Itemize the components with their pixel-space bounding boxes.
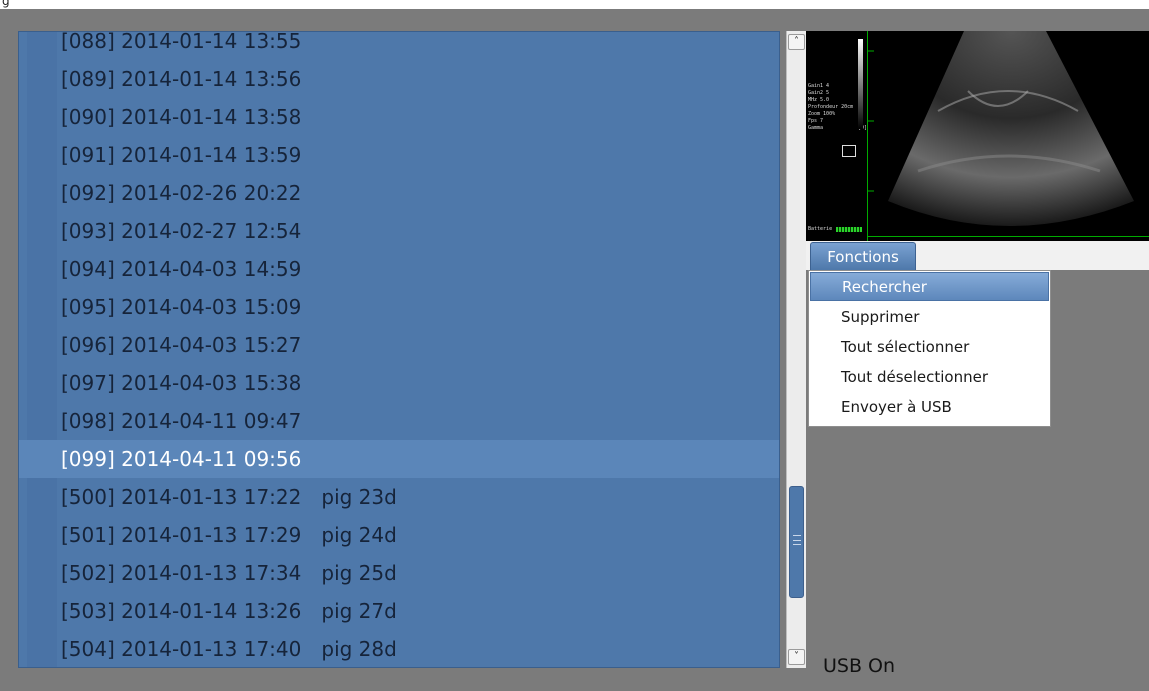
list-item-label: [099] 2014-04-11 09:56	[61, 447, 302, 471]
row-checkbox[interactable]	[27, 402, 57, 440]
row-checkbox[interactable]	[27, 250, 57, 288]
scan-parameter: Gamma	[808, 125, 824, 131]
row-checkbox[interactable]	[27, 364, 57, 402]
list-item[interactable]: [504] 2014-01-13 17:40 pig 28d	[19, 630, 779, 667]
list-item-label: [091] 2014-01-14 13:59	[61, 143, 302, 167]
row-checkbox[interactable]	[27, 478, 57, 516]
ultrasound-image	[868, 31, 1134, 226]
ultrasound-preview: Gain1 4 Gain2 5 MHz 5.0 Profondeur 20cm Zoom…	[806, 31, 1149, 241]
list-item[interactable]: [089] 2014-01-14 13:56	[19, 60, 779, 98]
gamma-indicator	[842, 145, 856, 157]
top-bar: g	[0, 0, 1149, 9]
gain-scale-bar	[858, 39, 863, 129]
scroll-thumb[interactable]	[789, 486, 804, 598]
list-item-label: [500] 2014-01-13 17:22	[61, 485, 302, 509]
row-checkbox[interactable]	[27, 630, 57, 667]
fonctions-label: Fonctions	[827, 247, 899, 266]
usb-status: USB On	[823, 655, 896, 677]
list-item[interactable]: [093] 2014-02-27 12:54	[19, 212, 779, 250]
list-item[interactable]: [088] 2014-01-14 13:55	[19, 31, 779, 60]
row-checkbox[interactable]	[27, 32, 57, 60]
chevron-down-icon: ˅	[794, 651, 799, 662]
fonctions-dropdown-menu: Rechercher Supprimer Tout sélectionner Tout…	[808, 270, 1051, 427]
battery-icon	[836, 227, 862, 232]
fonctions-menu-button[interactable]: Fonctions	[810, 242, 916, 270]
scan-parameter: Fps 7	[808, 118, 824, 124]
list-item-label: [089] 2014-01-14 13:56	[61, 67, 302, 91]
row-checkbox[interactable]	[27, 516, 57, 554]
list-item-label: [501] 2014-01-13 17:29	[61, 523, 302, 547]
list-item-label: [096] 2014-04-03 15:27	[61, 333, 302, 357]
list-item[interactable]: [502] 2014-01-13 17:34 pig 25d	[19, 554, 779, 592]
scroll-down-button[interactable]: ˅	[788, 649, 805, 665]
depth-axis	[868, 236, 1149, 237]
list-item-label: [097] 2014-04-03 15:38	[61, 371, 302, 395]
list-item[interactable]: [099] 2014-04-11 09:56	[19, 440, 779, 478]
row-checkbox[interactable]	[27, 212, 57, 250]
battery-label: Batterie	[808, 226, 833, 232]
list-item-label: [098] 2014-04-11 09:47	[61, 409, 302, 433]
scan-parameter: Zoom 100%	[808, 111, 836, 117]
list-item[interactable]: [095] 2014-04-03 15:09	[19, 288, 779, 326]
row-checkbox[interactable]	[27, 440, 57, 478]
list-item-tag: pig 25d	[321, 561, 397, 585]
chevron-up-icon: ˄	[794, 36, 799, 47]
list-item[interactable]: [094] 2014-04-03 14:59	[19, 250, 779, 288]
menu-item[interactable]: Supprimer	[810, 302, 1049, 331]
row-checkbox[interactable]	[27, 288, 57, 326]
row-checkbox[interactable]	[27, 554, 57, 592]
row-checkbox[interactable]	[27, 174, 57, 212]
row-checkbox[interactable]	[27, 592, 57, 630]
list-item-label: [504] 2014-01-13 17:40	[61, 637, 302, 661]
list-item-tag: pig 28d	[321, 637, 397, 661]
menu-item[interactable]: Tout déselectionner	[810, 362, 1049, 391]
list-item[interactable]: [092] 2014-02-26 20:22	[19, 174, 779, 212]
menu-item[interactable]: Rechercher	[810, 272, 1049, 301]
list-item-label: [502] 2014-01-13 17:34	[61, 561, 302, 585]
row-checkbox[interactable]	[27, 136, 57, 174]
list-item[interactable]: [096] 2014-04-03 15:27	[19, 326, 779, 364]
row-checkbox[interactable]	[27, 326, 57, 364]
list-item[interactable]: [098] 2014-04-11 09:47	[19, 402, 779, 440]
scan-parameter: MHz 5.0	[808, 97, 830, 103]
scan-parameter: Profondeur 20cm	[808, 104, 854, 110]
list-item-label: [094] 2014-04-03 14:59	[61, 257, 302, 281]
list-item[interactable]: [503] 2014-01-14 13:26 pig 27d	[19, 592, 779, 630]
page-title: g	[2, 0, 10, 8]
scan-parameter: Gain1 4	[808, 83, 830, 89]
list-item-tag: pig 23d	[321, 485, 397, 509]
grip-icon	[793, 535, 801, 545]
list-item[interactable]: [097] 2014-04-03 15:38	[19, 364, 779, 402]
list-item[interactable]: [090] 2014-01-14 13:58	[19, 98, 779, 136]
list-item-label: [092] 2014-02-26 20:22	[61, 181, 302, 205]
list-item[interactable]: [091] 2014-01-14 13:59	[19, 136, 779, 174]
list-item-label: [090] 2014-01-14 13:58	[61, 105, 302, 129]
list-item-label: [095] 2014-04-03 15:09	[61, 295, 302, 319]
list-item-label: [088] 2014-01-14 13:55	[61, 31, 302, 53]
menu-item[interactable]: Tout sélectionner	[810, 332, 1049, 361]
list-item-tag: pig 27d	[321, 599, 397, 623]
list-item[interactable]: [500] 2014-01-13 17:22 pig 23d	[19, 478, 779, 516]
file-list[interactable]: [088] 2014-01-14 13:55 [089] 2014-01-14 1…	[18, 31, 780, 668]
list-item-label: [503] 2014-01-14 13:26	[61, 599, 302, 623]
scan-parameter: Gain2 5	[808, 90, 830, 96]
row-checkbox[interactable]	[27, 98, 57, 136]
vertical-scrollbar[interactable]: ˄ ˅	[786, 31, 806, 668]
menu-item[interactable]: Envoyer à USB	[810, 392, 1049, 421]
scroll-up-button[interactable]: ˄	[788, 34, 805, 50]
list-item-label: [093] 2014-02-27 12:54	[61, 219, 302, 243]
list-item-tag: pig 24d	[321, 523, 397, 547]
row-checkbox[interactable]	[27, 60, 57, 98]
list-item[interactable]: [501] 2014-01-13 17:29 pig 24d	[19, 516, 779, 554]
